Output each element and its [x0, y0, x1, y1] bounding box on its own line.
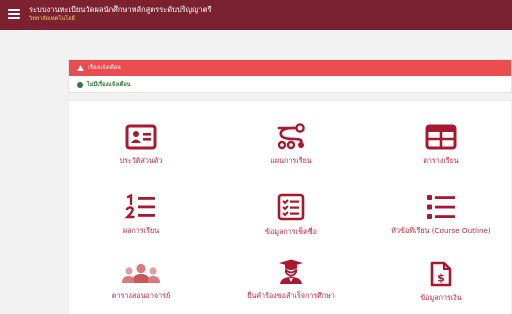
menu-card: ประวัติส่วนตัว แผนการเรียน ตารางเรียน ผล…	[68, 100, 512, 314]
graduate-icon	[279, 259, 303, 284]
id-card-icon	[125, 124, 157, 150]
top-navbar: ระบบงานทะเบียนวัดผลนักศึกษาหลักสูตรระดับ…	[0, 0, 512, 30]
alert-body: ไม่มีเรื่องแจ้งเตือน	[69, 76, 511, 93]
route-icon	[277, 123, 305, 150]
menu-label-check-name: ข้อมูลการเช็คชื่อ	[265, 227, 317, 236]
hamburger-menu-icon[interactable]	[8, 9, 20, 19]
menu-tile-profile[interactable]: ประวัติส่วนตัว	[69, 124, 213, 167]
menu-tile-grades[interactable]: ผลการเรียน	[69, 194, 213, 237]
warning-icon	[77, 65, 84, 71]
ordered-list-icon	[125, 194, 155, 219]
check-circle-icon	[77, 81, 83, 88]
menu-tile-course-outline[interactable]: หัวข้อที่เรียน (Course Outline)	[369, 194, 512, 237]
menu-label-study-plan: แผนการเรียน	[270, 156, 312, 165]
table-icon	[425, 124, 457, 150]
menu-tile-graduation-request[interactable]: ยื่นคำร้องขอสำเร็จการศึกษา	[219, 259, 363, 302]
alert-message: ไม่มีเรื่องแจ้งเตือน	[87, 81, 131, 88]
svg-text:$: $	[437, 272, 445, 285]
menu-label-grades: ผลการเรียน	[122, 226, 160, 235]
alert-panel: เรื่องแจ้งเตือน ไม่มีเรื่องแจ้งเตือน	[68, 59, 512, 93]
menu-label-course-outline: หัวข้อที่เรียน (Course Outline)	[391, 226, 491, 235]
bullet-list-icon	[427, 195, 455, 219]
alert-header: เรื่องแจ้งเตือน	[69, 60, 511, 76]
alert-heading: เรื่องแจ้งเตือน	[88, 65, 121, 71]
users-icon	[122, 263, 160, 283]
menu-label-graduation-request: ยื่นคำร้องขอสำเร็จการศึกษา	[247, 291, 335, 300]
menu-label-teaching-schedule: ตารางสอนอาจารย์	[111, 291, 171, 300]
app-subtitle: วิทยาลัยเทคโนโลยี	[29, 16, 75, 22]
menu-tile-check-name[interactable]: ข้อมูลการเช็คชื่อ	[219, 193, 363, 238]
menu-label-timetable: ตารางเรียน	[423, 156, 459, 165]
menu-tile-study-plan[interactable]: แผนการเรียน	[219, 122, 363, 167]
checklist-icon	[277, 193, 305, 221]
menu-tile-teaching-schedule[interactable]: ตารางสอนอาจารย์	[69, 263, 213, 302]
menu-label-profile: ประวัติส่วนตัว	[119, 156, 163, 165]
menu-tile-finance[interactable]: $ ข้อมูลการเงิน	[369, 261, 512, 304]
menu-tile-timetable[interactable]: ตารางเรียน	[369, 124, 512, 167]
invoice-dollar-icon: $	[430, 261, 452, 287]
menu-label-finance: ข้อมูลการเงิน	[420, 293, 462, 302]
